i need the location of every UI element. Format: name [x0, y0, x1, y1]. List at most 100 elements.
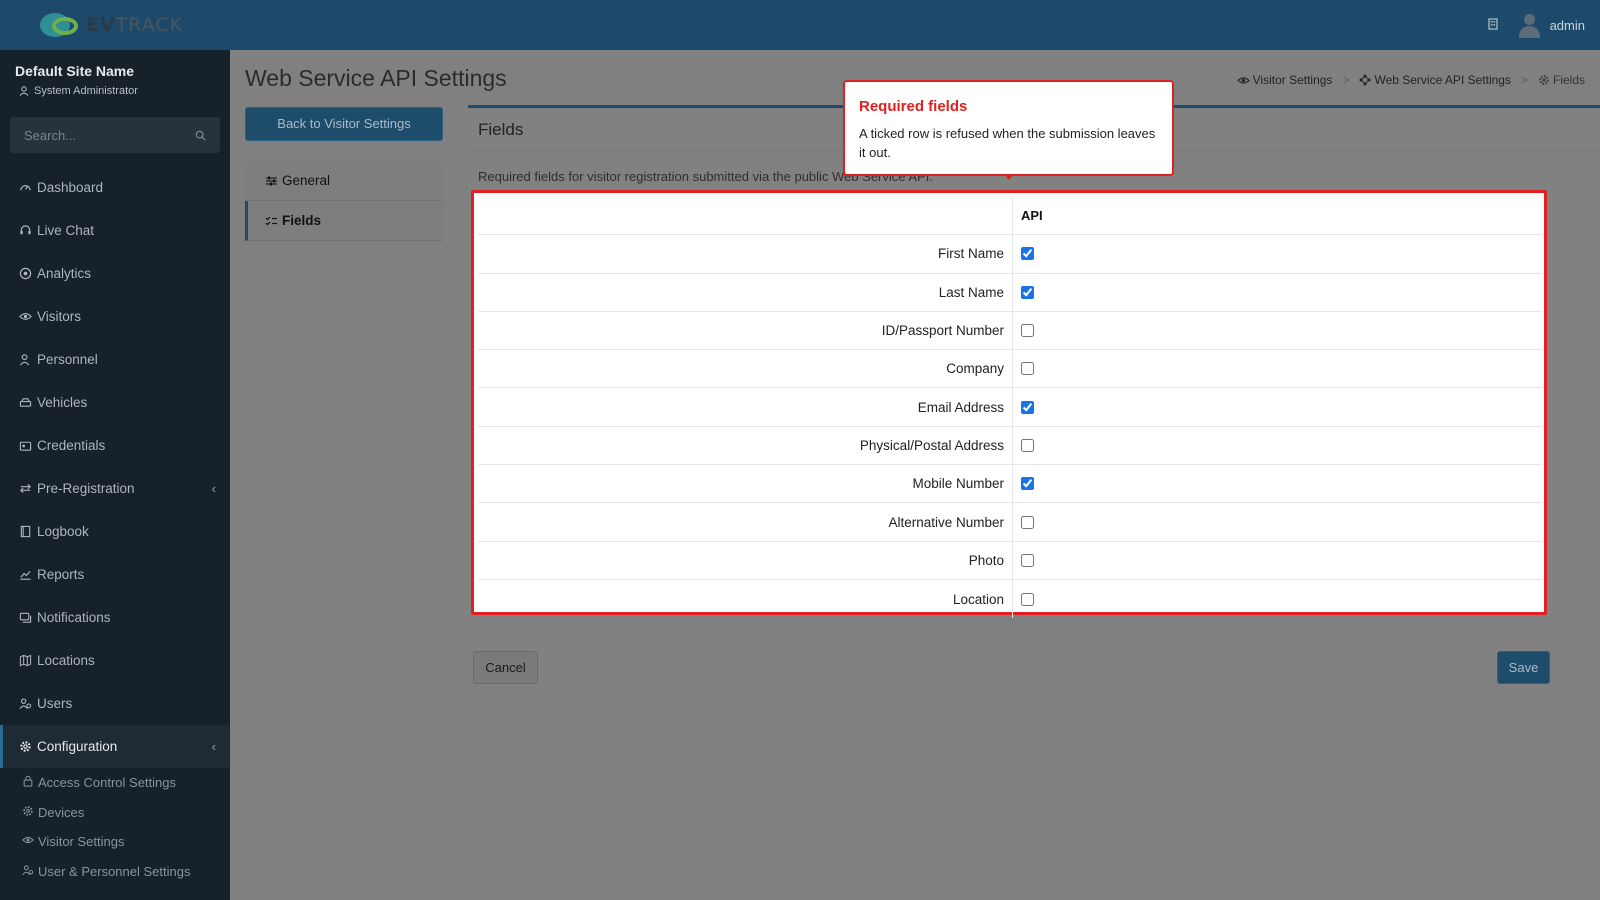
save-button[interactable]: Save — [1497, 651, 1550, 684]
required-checkbox[interactable] — [1021, 515, 1034, 529]
required-checkbox[interactable] — [1021, 285, 1034, 299]
settings-nav-general[interactable]: General — [245, 161, 443, 201]
settings-nav-fields[interactable]: Fields — [245, 201, 443, 241]
sidebar: EVTRACK Default Site Name System Adminis… — [0, 0, 230, 900]
chevron-left-icon[interactable]: ‹ — [212, 481, 216, 496]
table-row: ID/Passport Number — [478, 311, 1542, 351]
cancel-button[interactable]: Cancel — [473, 651, 538, 684]
required-checkbox[interactable] — [1021, 592, 1034, 606]
sidebar-item-visitors[interactable]: Visitors — [0, 295, 230, 338]
table-row: Company — [478, 350, 1542, 389]
field-label: ID/Passport Number — [478, 311, 1013, 350]
site-name[interactable]: Default Site Name — [15, 63, 215, 79]
user-icon — [18, 353, 32, 367]
gear-icon — [1539, 75, 1549, 85]
sidebar-search — [10, 117, 220, 153]
chevron-left-icon[interactable]: ‹ — [212, 739, 216, 754]
avatar — [1518, 12, 1540, 38]
required-checkbox[interactable] — [1021, 553, 1034, 567]
page-title: Web Service API Settings — [245, 65, 507, 91]
field-checkbox-cell — [1013, 388, 1542, 425]
sidebar-item-logbook[interactable]: Logbook — [0, 510, 230, 553]
sidebar-subitem-access-control-settings[interactable]: Access Control Settings — [0, 768, 230, 798]
field-checkbox-cell — [1013, 542, 1542, 579]
settings-left-column: Back to Visitor Settings General Fields — [245, 107, 443, 241]
user-panel: Default Site Name System Administrator — [0, 50, 230, 107]
username: admin — [1549, 17, 1585, 33]
gear-icon — [22, 805, 34, 820]
breadcrumb-item-web-service-api-settings[interactable]: Web Service API Settings — [1359, 73, 1511, 87]
search-input[interactable] — [24, 127, 174, 143]
user-role: System Administrator — [15, 85, 215, 97]
sidebar-item-vehicles[interactable]: Vehicles — [0, 381, 230, 424]
building-icon[interactable] — [1487, 17, 1498, 33]
sidebar-subitem-devices[interactable]: Devices — [0, 798, 230, 828]
breadcrumb-item-visitor-settings[interactable]: Visitor Settings — [1236, 73, 1332, 87]
required-fields-table: API First Name Last Name ID/Passport Numbe… — [471, 190, 1547, 619]
field-label: Email Address — [478, 388, 1013, 426]
sidebar-item-notifications[interactable]: Notifications — [0, 596, 230, 639]
sidebar-item-locations[interactable]: Locations — [0, 639, 230, 682]
table-row: Location — [478, 579, 1542, 619]
book-icon — [18, 525, 32, 539]
callout: Required fields A ticked row is refused … — [843, 80, 1174, 176]
sidebar-item-dashboard[interactable]: Dashboard — [0, 166, 230, 209]
eye-icon — [18, 310, 32, 324]
back-to-visitor-settings-button[interactable]: Back to Visitor Settings — [245, 107, 443, 141]
lock-icon — [22, 775, 34, 790]
table-row: Last Name — [478, 273, 1542, 312]
required-checkbox[interactable] — [1021, 324, 1034, 338]
search-icon[interactable] — [195, 130, 206, 141]
table-row: Alternative Number — [478, 503, 1542, 542]
sidebar-item-configuration[interactable]: Configuration ‹ — [0, 725, 230, 768]
brand-logo[interactable]: EVTRACK — [0, 0, 230, 50]
sidebar-subitem-visitor-settings[interactable]: Visitor Settings — [0, 827, 230, 857]
target-icon — [18, 267, 32, 281]
dashboard-icon — [18, 181, 32, 195]
field-checkbox-cell — [1013, 235, 1542, 272]
table-row: Physical/Postal Address — [478, 426, 1542, 466]
evtrack-logo-icon — [38, 10, 82, 40]
sidebar-item-live-chat[interactable]: Live Chat — [0, 209, 230, 252]
sidebar-item-analytics[interactable]: Analytics — [0, 252, 230, 295]
breadcrumb-item-fields: Fields — [1538, 73, 1585, 87]
sliders-icon — [266, 176, 277, 185]
field-label: Photo — [478, 541, 1013, 579]
table-row: Email Address — [478, 388, 1542, 427]
users-icon — [18, 697, 32, 711]
sidebar-item-personnel[interactable]: Personnel — [0, 338, 230, 381]
eye-icon — [1236, 76, 1250, 84]
required-checkbox[interactable] — [1021, 477, 1034, 491]
field-checkbox-cell — [1013, 503, 1542, 540]
table-row: Mobile Number — [478, 465, 1542, 504]
required-checkbox[interactable] — [1021, 438, 1034, 452]
user-menu[interactable]: admin — [1518, 12, 1585, 38]
users-icon — [22, 864, 34, 879]
field-label: Physical/Postal Address — [478, 426, 1013, 465]
sidebar-item-credentials[interactable]: Credentials — [0, 424, 230, 467]
table-header-blank — [478, 197, 1013, 235]
sidebar-item-users[interactable]: Users — [0, 682, 230, 725]
field-label: First Name — [478, 235, 1013, 273]
form-footer: Cancel Save — [464, 641, 1550, 695]
table-row: Photo — [478, 541, 1542, 580]
required-checkbox[interactable] — [1021, 400, 1034, 414]
table-row: First Name — [478, 235, 1542, 274]
checklist-icon — [265, 216, 277, 225]
user-icon — [19, 86, 29, 96]
sidebar-subitem-user-personnel-settings[interactable]: User & Personnel Settings — [0, 857, 230, 887]
required-checkbox[interactable] — [1021, 362, 1034, 376]
required-checkbox[interactable] — [1021, 247, 1034, 261]
sidebar-item-reports[interactable]: Reports — [0, 553, 230, 596]
sidebar-item-pre-registration[interactable]: Pre-Registration ‹ — [0, 467, 230, 510]
bell-icon — [18, 611, 32, 625]
topbar: admin — [230, 0, 1600, 50]
settings-nav: General Fields — [245, 161, 443, 241]
field-checkbox-cell — [1013, 465, 1542, 502]
breadcrumb-separator: > — [1342, 73, 1350, 87]
breadcrumb: Visitor Settings > Web Service API Setti… — [1236, 73, 1585, 87]
field-label: Location — [478, 579, 1013, 619]
network-icon — [1359, 74, 1371, 86]
id-card-icon — [18, 439, 32, 453]
field-label: Company — [478, 350, 1013, 388]
